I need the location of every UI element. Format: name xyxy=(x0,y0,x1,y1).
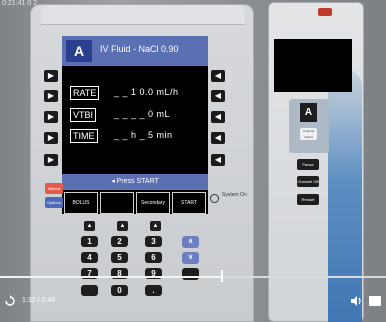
keypad-indicator-2: ▲ xyxy=(117,221,128,231)
key-clear[interactable] xyxy=(81,285,98,296)
channel-select-button[interactable]: Channel Select xyxy=(300,128,317,140)
playback-time: 1:32 / 2:48 xyxy=(22,297,56,304)
right-softkey-4[interactable]: ◀ xyxy=(211,132,225,144)
vtbi-value: _ _ _ _ 0 mL xyxy=(114,109,171,119)
options-button[interactable]: Options xyxy=(45,197,63,208)
key-0[interactable]: 0 xyxy=(111,285,128,296)
nav-down-button[interactable]: ∨ xyxy=(182,252,199,264)
softkey-blank[interactable] xyxy=(100,192,134,214)
key-6[interactable]: 6 xyxy=(145,252,162,263)
softkey-secondary[interactable]: Secondary xyxy=(136,192,170,214)
vtbi-row[interactable]: VTBI _ _ _ _ 0 mL xyxy=(70,108,206,122)
fullscreen-icon[interactable] xyxy=(369,296,381,306)
display-header: A IV Fluid - NaCl 0.90 xyxy=(62,36,208,66)
silence-button[interactable]: Silence xyxy=(45,183,63,194)
left-softkey-2[interactable]: ▶ xyxy=(44,90,58,102)
nav-up-button[interactable]: ∧ xyxy=(182,236,199,248)
module-door xyxy=(328,70,362,322)
volume-icon[interactable] xyxy=(351,296,363,306)
display-title: IV Fluid - NaCl 0.90 xyxy=(100,44,179,54)
video-frame: 0:21:41 0 2 ▶ ▶ ▶ ▶ ▶ ◀ ◀ ◀ ◀ ◀ A IV Flu… xyxy=(0,0,386,322)
display-softkey-bar: BOLUS Secondary START xyxy=(62,192,208,214)
pump-top-handle xyxy=(41,5,245,25)
power-icon[interactable] xyxy=(210,194,219,203)
keypad-indicator-1: ▲ xyxy=(84,221,95,231)
time-value: _ _ h _ 5 min xyxy=(114,130,173,140)
right-softkey-1[interactable]: ◀ xyxy=(211,70,225,82)
key-2[interactable]: 2 xyxy=(111,236,128,247)
left-softkey-4[interactable]: ▶ xyxy=(44,132,58,144)
right-softkey-3[interactable]: ◀ xyxy=(211,111,225,123)
module-channel-off-button[interactable]: Channel Off xyxy=(297,176,319,187)
rate-row[interactable]: RATE _ _ 1 0.0 mL/h xyxy=(70,86,206,100)
progress-handle[interactable] xyxy=(220,270,223,282)
left-softkey-3[interactable]: ▶ xyxy=(44,111,58,123)
time-label: TIME xyxy=(70,129,98,143)
softkey-start[interactable]: START xyxy=(172,192,206,214)
left-softkey-1[interactable]: ▶ xyxy=(44,70,58,82)
key-decimal[interactable]: . xyxy=(145,285,162,296)
module-display xyxy=(274,39,352,92)
key-5[interactable]: 5 xyxy=(111,252,128,263)
time-row[interactable]: TIME _ _ h _ 5 min xyxy=(70,129,206,143)
nav-extra-button[interactable] xyxy=(182,268,199,280)
right-softkey-2[interactable]: ◀ xyxy=(211,90,225,102)
softkey-bolus[interactable]: BOLUS xyxy=(64,192,98,214)
pump-display: A IV Fluid - NaCl 0.90 RATE _ _ 1 0.0 mL… xyxy=(62,36,208,214)
key-3[interactable]: 3 xyxy=(145,236,162,247)
system-on-label: System On xyxy=(222,192,247,198)
key-4[interactable]: 4 xyxy=(81,252,98,263)
vtbi-label: VTBI xyxy=(70,108,97,122)
rate-label: RATE xyxy=(70,86,100,100)
module-pause-button[interactable]: Pause xyxy=(297,159,319,170)
module-channel-label: A xyxy=(300,103,317,122)
right-softkey-5[interactable]: ◀ xyxy=(211,154,225,166)
key-1[interactable]: 1 xyxy=(81,236,98,247)
timestamp-overlay: 0:21:41 0 2 xyxy=(2,0,38,7)
start-prompt: ◂ Press START xyxy=(62,174,208,190)
progress-fill xyxy=(0,276,222,278)
module-latch[interactable] xyxy=(318,8,332,16)
rate-value: _ _ 1 0.0 mL/h xyxy=(114,87,179,97)
module-restart-button[interactable]: Restart xyxy=(297,194,319,205)
display-channel-badge: A xyxy=(66,40,92,62)
left-softkey-5[interactable]: ▶ xyxy=(44,154,58,166)
replay-icon[interactable] xyxy=(4,295,16,307)
keypad-indicator-3: ▲ xyxy=(150,221,161,231)
